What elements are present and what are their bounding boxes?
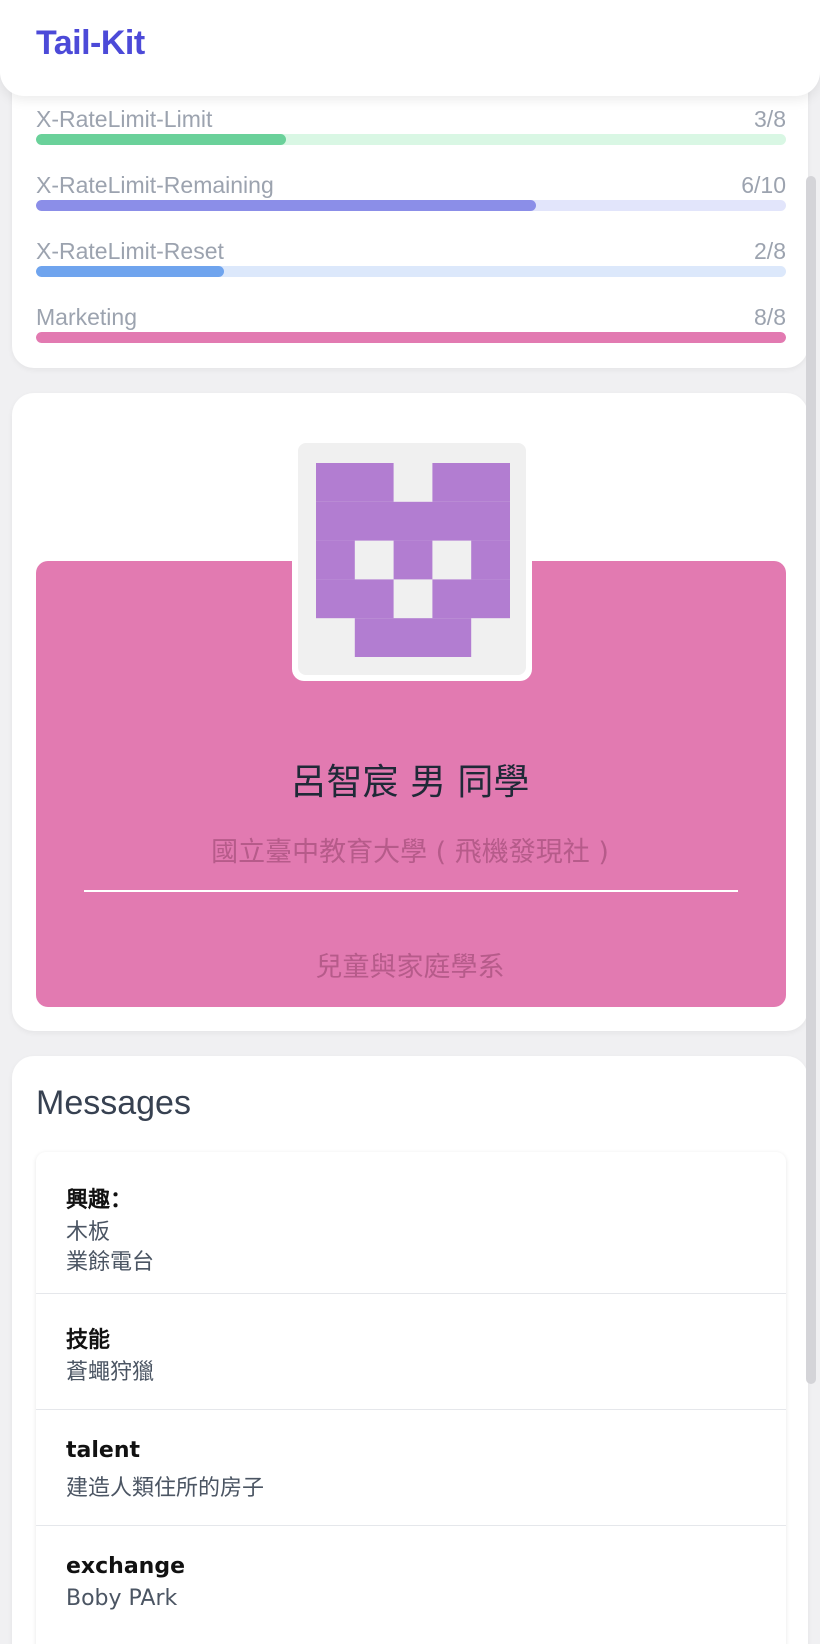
message-heading: 技能 <box>66 1328 111 1353</box>
rate-limit-label: X-RateLimit-Limit <box>36 106 213 132</box>
rate-limit-track <box>36 266 786 277</box>
profile-department: 兒童與家庭學系 <box>315 952 505 983</box>
rate-limit-fill <box>36 332 786 343</box>
messages-title: Messages <box>36 1084 191 1122</box>
profile-school: 國立臺中教育大學 ( 飛機發現社 ) <box>211 837 609 868</box>
avatar-image <box>298 443 526 675</box>
list-item[interactable]: 技能 蒼蠅狩獵 <box>36 1294 786 1410</box>
identicon-icon <box>316 463 510 657</box>
top-header: Tail-Kit <box>0 0 820 96</box>
profile-card: 呂智宸 男 同學 國立臺中教育大學 ( 飛機發現社 ) 兒童與家庭學系 <box>12 393 808 1031</box>
list-item[interactable]: talent 建造人類住所的房子 <box>36 1410 786 1526</box>
page-scrollbar[interactable] <box>806 176 816 1384</box>
rate-limit-label: Marketing <box>36 304 137 330</box>
rate-limit-fill <box>36 134 286 145</box>
rate-limit-value: 8/8 <box>754 304 786 330</box>
brand-logo[interactable]: Tail-Kit <box>36 24 145 63</box>
rate-limit-label: X-RateLimit-Remaining <box>36 172 274 198</box>
message-line: 業餘電台 <box>66 1250 155 1275</box>
rate-limit-track <box>36 134 786 145</box>
message-heading: exchange <box>66 1554 185 1579</box>
rate-limit-fill <box>36 266 224 277</box>
rate-limit-value: 6/10 <box>741 172 786 198</box>
avatar <box>292 443 532 681</box>
messages-card: Messages 興趣： 木板 業餘電台 技能 蒼蠅狩獵 talent 建造人類… <box>12 1056 808 1644</box>
message-line: Boby PArk <box>66 1586 178 1611</box>
rate-limit-track <box>36 200 786 211</box>
rate-limit-value: 3/8 <box>754 106 786 132</box>
message-line: 木板 <box>66 1220 111 1245</box>
messages-list: 興趣： 木板 業餘電台 技能 蒼蠅狩獵 talent 建造人類住所的房子 exc… <box>36 1152 786 1644</box>
message-line: 建造人類住所的房子 <box>66 1476 265 1501</box>
profile-name: 呂智宸 男 同學 <box>290 762 530 803</box>
list-item[interactable]: exchange Boby PArk <box>36 1526 786 1644</box>
message-line: 蒼蠅狩獵 <box>66 1360 155 1385</box>
message-heading: 興趣： <box>66 1188 133 1213</box>
rate-limit-fill <box>36 200 537 211</box>
message-heading: talent <box>66 1438 141 1463</box>
profile-divider <box>84 890 738 892</box>
rate-limit-track <box>36 332 786 343</box>
rate-limit-label: X-RateLimit-Reset <box>36 238 224 264</box>
list-item[interactable]: 興趣： 木板 業餘電台 <box>36 1152 786 1294</box>
rate-limit-value: 2/8 <box>754 238 786 264</box>
